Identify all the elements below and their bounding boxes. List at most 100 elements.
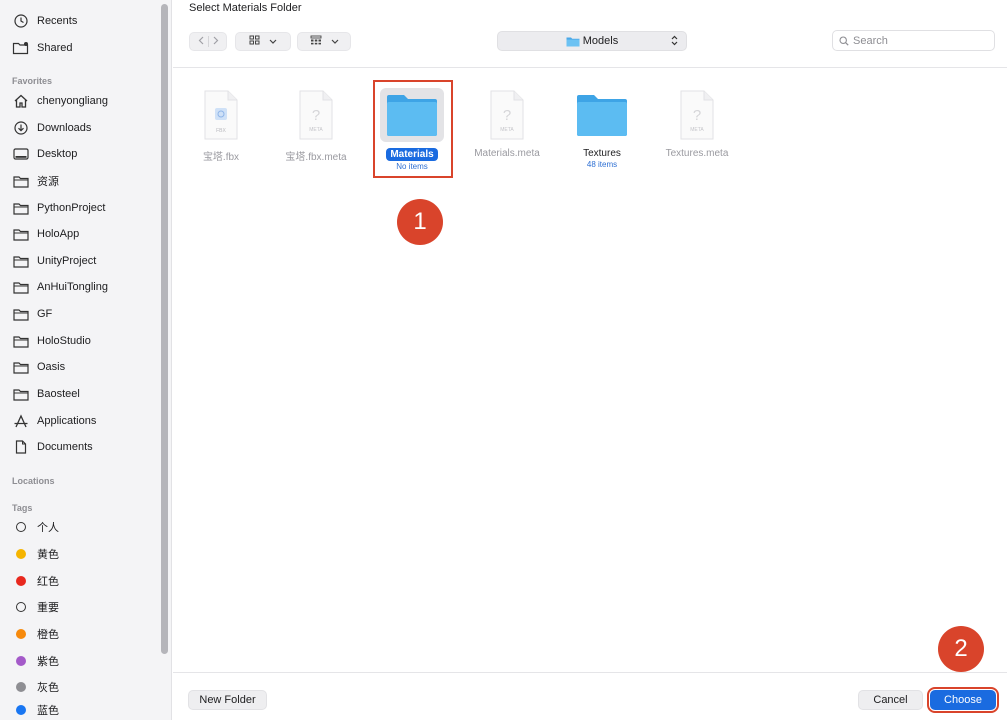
folder-icon — [12, 305, 30, 323]
sidebar-tag[interactable]: 灰色 — [12, 677, 162, 697]
tag-label: 蓝色 — [37, 705, 59, 717]
chevron-right-icon[interactable] — [209, 36, 223, 48]
sidebar-scrollbar[interactable] — [161, 4, 168, 654]
sidebar-item-folder[interactable]: PythonProject — [12, 198, 162, 218]
folder-icon — [12, 199, 30, 217]
folder-icon — [12, 172, 30, 190]
sidebar-item-applications[interactable]: Applications — [12, 411, 162, 431]
tag-label: 橙色 — [37, 629, 59, 641]
bottom-divider — [173, 672, 1007, 673]
file-item[interactable]: ? META Materials.meta — [469, 84, 545, 172]
folder-icon — [570, 88, 634, 142]
sidebar-item-label: Recents — [37, 15, 78, 27]
tag-label: 个人 — [37, 522, 59, 534]
file-name: 宝塔.fbx.meta — [285, 152, 347, 163]
file-item[interactable]: FBX 宝塔.fbx — [183, 84, 259, 172]
svg-text:?: ? — [693, 107, 701, 124]
folder-icon — [12, 385, 30, 403]
fbx-file-icon: FBX — [189, 88, 253, 142]
sidebar-item-label: Desktop — [37, 148, 78, 160]
clock-icon — [12, 12, 30, 30]
folder-icon — [12, 252, 30, 270]
sidebar-tag[interactable]: 重要 — [12, 597, 162, 617]
chevron-down-icon — [269, 36, 277, 47]
sidebar-item-label: Baosteel — [37, 388, 80, 400]
folder-icon — [380, 88, 444, 142]
sidebar-item-label: Oasis — [37, 361, 66, 373]
toolbar-divider — [173, 67, 1007, 68]
folder-icon — [566, 36, 580, 47]
search-field[interactable] — [832, 30, 995, 51]
sidebar-tag[interactable]: 个人 — [12, 517, 162, 537]
search-input[interactable] — [853, 34, 983, 47]
sidebar-tag[interactable]: 紫色 — [12, 651, 162, 671]
sidebar-item-home[interactable]: chenyongliang — [12, 91, 162, 111]
file-item[interactable]: ? META Textures.meta — [659, 84, 735, 172]
sidebar-item-folder[interactable]: AnHuiTongling — [12, 277, 162, 297]
cancel-button[interactable]: Cancel — [858, 690, 923, 710]
home-icon — [12, 92, 30, 110]
sidebar-item-label: PythonProject — [37, 202, 106, 214]
view-mode-button[interactable] — [235, 32, 291, 51]
sidebar-item-folder[interactable]: Oasis — [12, 357, 162, 377]
sidebar-item-label: UnityProject — [37, 255, 97, 267]
folder-icon — [12, 278, 30, 296]
tag-label: 黄色 — [37, 549, 59, 561]
search-icon — [839, 35, 849, 46]
sidebar-item-label: Shared — [37, 42, 73, 54]
sidebar-item-recents[interactable]: Recents — [12, 11, 162, 31]
tag-dot-icon — [16, 576, 26, 586]
sidebar-item-folder[interactable]: HoloApp — [12, 224, 162, 244]
sidebar: Recents Shared Favorites chenyongliang D… — [0, 0, 172, 720]
sidebar-item-label: HoloApp — [37, 228, 80, 240]
step-marker-2: 2 — [938, 626, 984, 672]
grid-view-icon — [249, 35, 260, 48]
svg-text:?: ? — [503, 107, 511, 124]
sidebar-tag[interactable]: 蓝色 — [12, 700, 162, 720]
sidebar-item-folder[interactable]: 资源 — [12, 171, 162, 191]
group-by-button[interactable] — [297, 32, 351, 51]
meta-file-icon: ? META — [475, 88, 539, 142]
choose-button[interactable]: Choose — [927, 687, 999, 713]
tag-dot-icon — [16, 522, 26, 532]
sidebar-item-folder[interactable]: UnityProject — [12, 251, 162, 271]
file-name: Materials — [386, 148, 438, 161]
file-name: Textures — [583, 148, 621, 159]
sidebar-item-desktop[interactable]: Desktop — [12, 144, 162, 164]
sidebar-item-documents[interactable]: Documents — [12, 437, 162, 457]
download-icon — [12, 119, 30, 137]
chevron-left-icon[interactable] — [194, 36, 208, 48]
tag-dot-icon — [16, 682, 26, 692]
chevron-updown-icon — [671, 35, 678, 48]
file-item-selected[interactable]: Materials No items — [374, 84, 450, 172]
desktop-icon — [12, 145, 30, 163]
path-popup[interactable]: Models — [497, 31, 687, 51]
sidebar-item-label: HoloStudio — [37, 335, 91, 347]
document-icon — [12, 438, 30, 456]
sidebar-tag[interactable]: 红色 — [12, 571, 162, 591]
file-name: Textures.meta — [665, 148, 729, 159]
tag-label: 紫色 — [37, 656, 59, 668]
locations-header: Locations — [12, 476, 55, 486]
sidebar-item-shared[interactable]: Shared — [12, 38, 162, 58]
item-count: No items — [396, 162, 428, 171]
tag-dot-icon — [16, 549, 26, 559]
sidebar-item-folder[interactable]: GF — [12, 304, 162, 324]
sidebar-item-folder[interactable]: HoloStudio — [12, 331, 162, 351]
file-item[interactable]: Textures 48 items — [564, 84, 640, 172]
tag-label: 红色 — [37, 576, 59, 588]
tag-dot-icon — [16, 629, 26, 639]
path-label: Models — [582, 35, 619, 47]
file-badge: FBX — [216, 128, 226, 134]
sidebar-item-downloads[interactable]: Downloads — [12, 118, 162, 138]
new-folder-button[interactable]: New Folder — [188, 690, 267, 710]
sidebar-tag[interactable]: 橙色 — [12, 624, 162, 644]
sidebar-item-folder[interactable]: Baosteel — [12, 384, 162, 404]
sidebar-tag[interactable]: 黄色 — [12, 544, 162, 564]
file-item[interactable]: ? META 宝塔.fbx.meta — [278, 84, 354, 172]
dialog-title: Select Materials Folder — [189, 2, 302, 14]
svg-text:?: ? — [312, 107, 320, 124]
file-badge: META — [500, 127, 514, 133]
sidebar-item-label: Applications — [37, 415, 97, 427]
sidebar-item-label: 资源 — [37, 176, 59, 188]
